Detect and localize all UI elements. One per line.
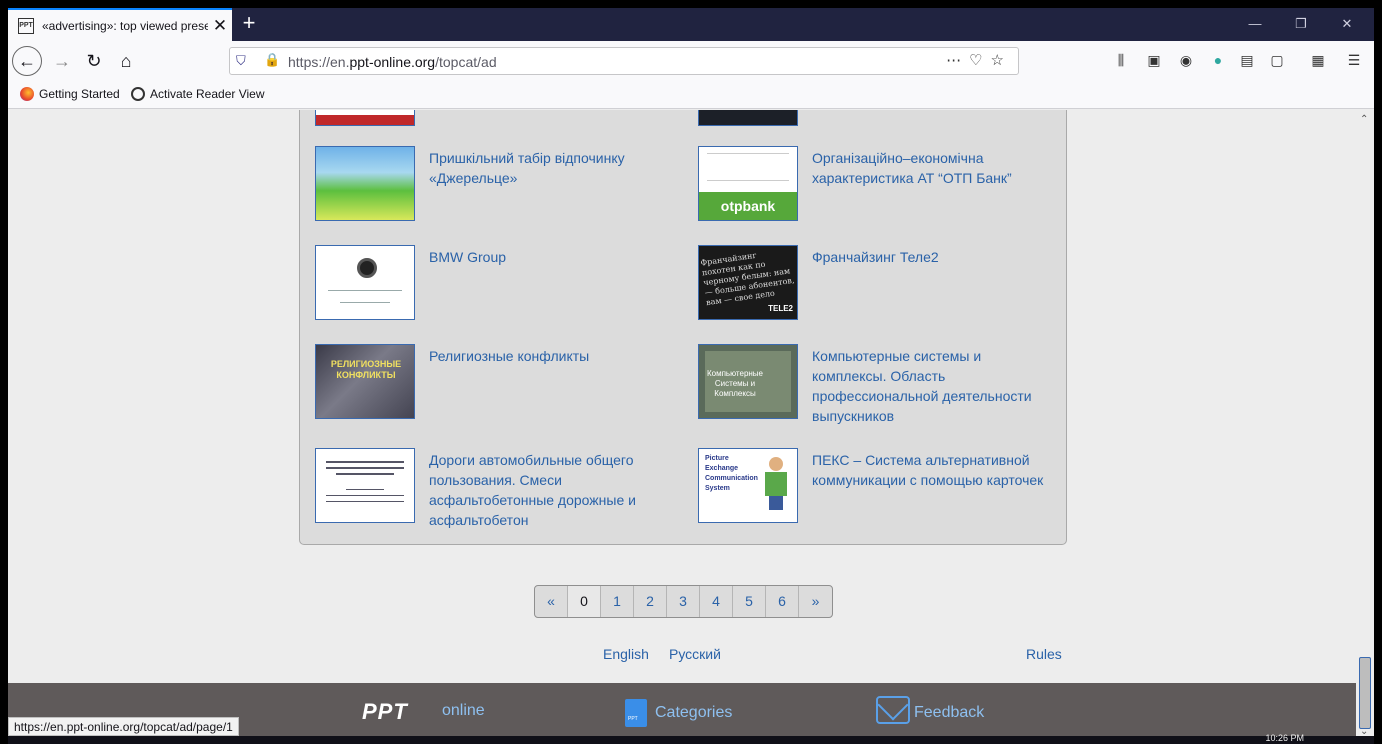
list-item[interactable]: РЕЛИГИОЗНЫЕ КОНФЛИКТЫ Религиозные конфли… [315, 344, 685, 424]
ppt-logo[interactable]: PPT [362, 699, 408, 725]
minimize-icon[interactable]: — [1232, 8, 1278, 41]
active-tab[interactable]: PPT «advertising»: top viewed prese ✕ [8, 8, 232, 41]
presentations-panel: Пришкільний табір відпочинку «Джерельце»… [299, 110, 1067, 545]
list-item[interactable]: Компьютерные Системы и Комплексы Компьют… [698, 344, 1068, 424]
ppt-favicon-icon: PPT [18, 17, 34, 34]
url-bar[interactable]: ⛉ 🔒 https://en.ppt-online.org/topcat/ad … [229, 47, 1019, 75]
presentation-thumbnail[interactable]: Компьютерные Системы и Комплексы [698, 344, 798, 419]
sidebar-icon[interactable]: ▣ [1144, 52, 1164, 69]
pager-page-4[interactable]: 4 [700, 586, 733, 617]
pager-page-0[interactable]: 0 [568, 586, 601, 617]
back-button[interactable]: ← [12, 46, 42, 76]
bookmark-reader-view[interactable]: Activate Reader View [131, 87, 265, 101]
feedback-icon[interactable] [876, 696, 910, 724]
scroll-up-icon[interactable]: ⌃ [1360, 114, 1368, 125]
presentation-title-link[interactable]: ПЕКС – Система альтернативной коммуникац… [812, 450, 1052, 490]
restore-icon[interactable]: ❐ [1278, 8, 1324, 41]
os-taskbar: 10:26 PM [8, 733, 1374, 744]
presentation-thumbnail[interactable] [315, 146, 415, 221]
page-actions-menu-icon[interactable]: ⋯ [946, 52, 969, 69]
list-item[interactable]: otpbank Організаційно–економічна характе… [698, 146, 1068, 226]
list-item[interactable]: Пришкільний табір відпочинку «Джерельце» [315, 146, 685, 226]
pagination: « 0 1 2 3 4 5 6 » [534, 585, 833, 618]
russian-link[interactable]: Русский [669, 646, 721, 662]
presentation-title-link[interactable]: Франчайзинг Теле2 [812, 247, 1052, 267]
page-content: Пришкільний табір відпочинку «Джерельце»… [8, 110, 1356, 744]
clock: 10:26 PM [1265, 733, 1304, 743]
presentation-thumbnail[interactable]: Picture Exchange Communication System [698, 448, 798, 523]
pager-next[interactable]: » [799, 586, 832, 617]
menu-icon[interactable]: ☰ [1344, 52, 1364, 69]
person-icon [765, 457, 787, 510]
bookmark-getting-started[interactable]: Getting Started [20, 87, 120, 101]
feedback-link[interactable]: Feedback [914, 704, 984, 722]
extensions-icon[interactable]: ▦ [1308, 52, 1328, 69]
home-button[interactable]: ⌂ [112, 47, 140, 75]
book-icon[interactable]: ▢ [1267, 52, 1287, 69]
list-item[interactable]: BMW Group [315, 245, 685, 325]
rules-link[interactable]: Rules [1026, 646, 1062, 662]
reload-button[interactable]: ↻ [80, 47, 108, 75]
presentation-thumbnail[interactable]: Франчайзинг похотен как по черному белым… [698, 245, 798, 320]
presentation-thumbnail[interactable] [315, 448, 415, 523]
status-link-preview: https://en.ppt-online.org/topcat/ad/page… [8, 717, 239, 736]
vertical-scrollbar[interactable]: ⌃ ⌄ [1356, 110, 1374, 744]
bookmarks-toolbar: Getting Started Activate Reader View [8, 81, 1374, 109]
close-tab-icon[interactable]: ✕ [212, 16, 228, 36]
pager-page-6[interactable]: 6 [766, 586, 799, 617]
presentation-thumbnail[interactable]: РЕЛИГИОЗНЫЕ КОНФЛИКТЫ [315, 344, 415, 419]
presentation-thumbnail[interactable]: otpbank [698, 146, 798, 221]
pager-page-5[interactable]: 5 [733, 586, 766, 617]
new-tab-button[interactable]: + [238, 12, 260, 36]
presentation-thumbnail[interactable] [315, 245, 415, 320]
lock-icon[interactable]: 🔒 [264, 52, 280, 68]
presentation-title-link[interactable]: Религиозные конфликты [429, 346, 669, 366]
presentation-thumbnail[interactable] [315, 110, 415, 126]
firefox-icon [20, 87, 34, 101]
list-item[interactable]: Picture Exchange Communication System ПЕ… [698, 448, 1068, 528]
tracking-shield-icon[interactable]: ⛉ [236, 53, 246, 69]
categories-icon[interactable]: PPT [625, 699, 647, 727]
globe-icon [131, 87, 145, 101]
browser-window: PPT «advertising»: top viewed prese ✕ + … [8, 8, 1374, 744]
tab-title: «advertising»: top viewed prese [42, 18, 208, 33]
bmw-logo-icon [357, 258, 377, 278]
online-link[interactable]: online [442, 702, 485, 720]
presentation-title-link[interactable]: Компьютерные системы и комплексы. Област… [812, 346, 1052, 426]
english-link[interactable]: English [603, 646, 649, 662]
presentation-title-link[interactable]: Дороги автомобильные общего пользования.… [429, 450, 669, 530]
bookmark-label: Getting Started [39, 87, 120, 101]
presentation-title-link[interactable]: Організаційно–економічна характеристика … [812, 148, 1052, 188]
categories-link[interactable]: Categories [655, 704, 732, 722]
scroll-thumb[interactable] [1359, 657, 1371, 729]
presentation-thumbnail[interactable] [698, 110, 798, 126]
presentation-title-link[interactable]: BMW Group [429, 247, 669, 267]
tab-strip: PPT «advertising»: top viewed prese ✕ + … [8, 8, 1374, 41]
window-close-icon[interactable]: ✕ [1324, 8, 1370, 41]
pager-page-2[interactable]: 2 [634, 586, 667, 617]
forward-button[interactable]: → [48, 47, 76, 75]
url-text[interactable]: https://en.ppt-online.org/topcat/ad [288, 54, 497, 70]
page-actions: ⋯♡☆ [946, 51, 1012, 69]
reader-icon[interactable]: ▤ [1237, 52, 1257, 69]
pocket-icon[interactable]: ♡ [969, 52, 990, 69]
presentation-title-link[interactable]: Пришкільний табір відпочинку «Джерельце» [429, 148, 669, 188]
pager-page-1[interactable]: 1 [601, 586, 634, 617]
library-icon[interactable]: ⫼ [1111, 52, 1131, 69]
pager-page-3[interactable]: 3 [667, 586, 700, 617]
navigation-toolbar: ← → ↻ ⌂ ⛉ 🔒 https://en.ppt-online.org/to… [8, 41, 1374, 81]
list-item[interactable]: Дороги автомобильные общего пользования.… [315, 448, 685, 528]
bookmark-label: Activate Reader View [150, 87, 265, 101]
bookmark-star-icon[interactable]: ☆ [991, 52, 1012, 69]
extension-icon[interactable]: ● [1208, 52, 1228, 68]
account-icon[interactable]: ◉ [1176, 52, 1196, 69]
list-item[interactable]: Франчайзинг похотен как по черному белым… [698, 245, 1068, 325]
pager-prev[interactable]: « [535, 586, 568, 617]
